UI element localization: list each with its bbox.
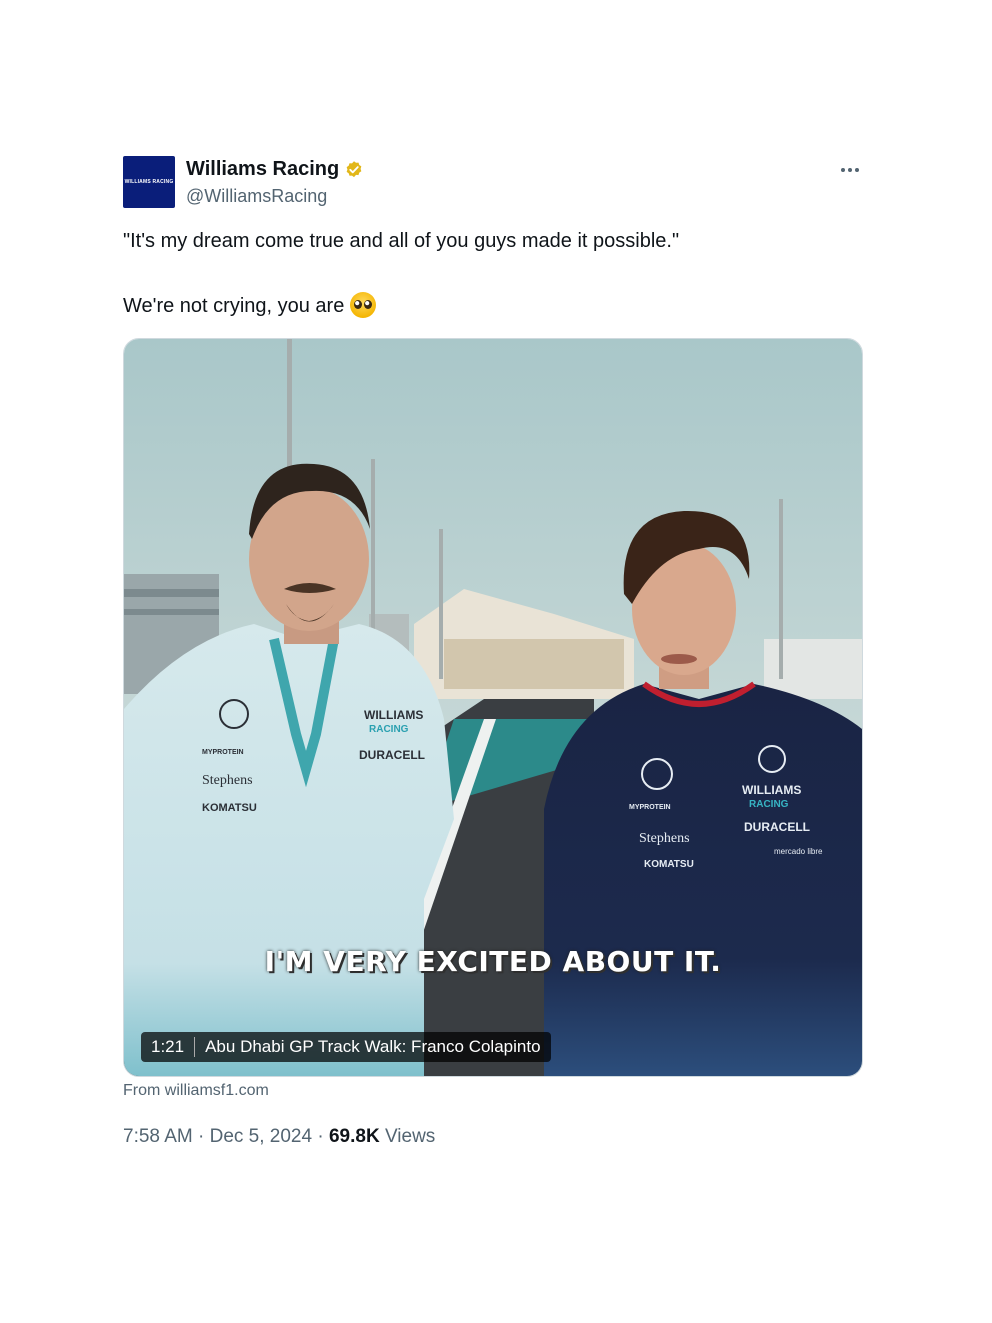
williams-logo: WILLIAMS RACING [124,179,174,185]
svg-text:RACING: RACING [369,724,409,735]
video-info-bar: 1:21 Abu Dhabi GP Track Walk: Franco Col… [141,1032,551,1062]
views-count: 69.8K [328,1126,380,1147]
tweet-text-line-2-text: We're not crying, you are [123,295,345,317]
svg-text:WILLIAMS: WILLIAMS [742,783,801,797]
tweet-text-line-2: We're not crying, you are [123,292,377,318]
svg-text:WILLIAMS: WILLIAMS [364,708,423,722]
author-display-name[interactable]: Williams Racing [186,158,339,181]
tweet-meta: 7:58 AM · Dec 5, 2024 · 69.8K Views [123,1126,435,1148]
video-title[interactable]: Abu Dhabi GP Track Walk: Franco Colapint… [205,1037,540,1057]
svg-text:mercado libre: mercado libre [774,847,823,856]
verified-badge-icon[interactable] [344,160,364,180]
svg-text:MYPROTEIN: MYPROTEIN [202,749,244,756]
svg-text:Stephens: Stephens [202,773,253,788]
source-link[interactable]: From williamsf1.com [123,1082,269,1100]
video-caption: I'M VERY EXCITED ABOUT IT. [264,945,722,978]
svg-text:DURACELL: DURACELL [744,820,810,834]
svg-text:KOMATSU: KOMATSU [202,802,257,814]
video-duration: 1:21 [151,1037,196,1057]
tweet-time[interactable]: 7:58 AM [123,1126,193,1147]
svg-text:RACING: RACING [749,799,789,810]
svg-text:MYPROTEIN: MYPROTEIN [629,804,671,811]
meta-separator: · [192,1126,210,1147]
tweet-text-line-1: "It's my dream come true and all of you … [123,230,680,252]
svg-text:DURACELL: DURACELL [359,748,425,762]
video-player[interactable]: WILLIAMS RACING DURACELL Stephens KOMATS… [123,338,863,1077]
author-handle[interactable]: @WilliamsRacing [186,186,327,207]
svg-text:Stephens: Stephens [639,831,690,846]
svg-text:KOMATSU: KOMATSU [644,859,694,870]
views-label: Views [379,1126,436,1147]
avatar[interactable]: WILLIAMS RACING [123,156,175,208]
tweet: WILLIAMS RACING Williams Racing @William… [0,0,992,1323]
tweet-date[interactable]: Dec 5, 2024 [210,1126,312,1147]
meta-separator: · [312,1126,329,1147]
pleading-face-emoji-icon [350,292,377,318]
more-options-icon[interactable] [834,158,866,182]
author-name-row: Williams Racing [186,158,364,181]
